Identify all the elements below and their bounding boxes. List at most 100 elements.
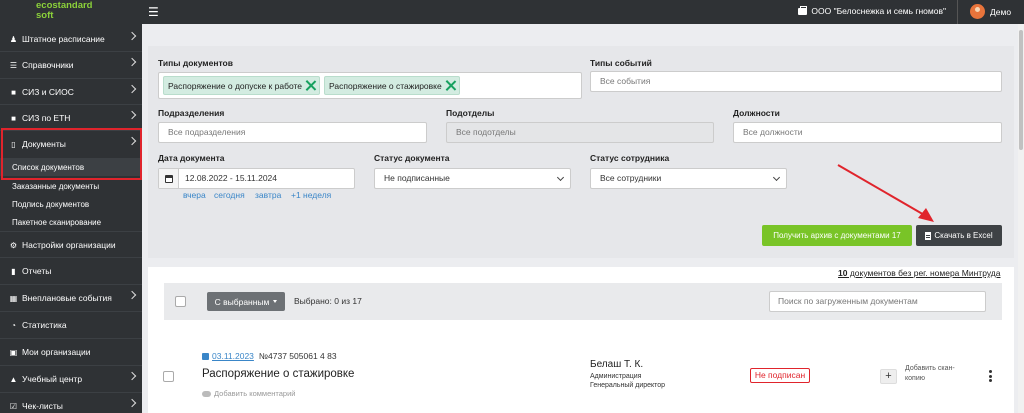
remove-tag-icon[interactable]: [305, 80, 316, 91]
calendar-button[interactable]: [159, 169, 179, 188]
truck-icon: ■: [11, 87, 16, 97]
sidebar-item-label: Мои организации: [22, 347, 91, 357]
avatar: [970, 4, 985, 19]
doc-date-label: Дата документа: [158, 153, 225, 163]
chevron-right-icon: [127, 31, 137, 41]
doc-date-range-input[interactable]: 12.08.2022 - 15.11.2024: [158, 168, 355, 189]
download-excel-label: Скачать в Excel: [934, 231, 993, 240]
file-icon: [925, 231, 932, 240]
sidebar-item-label: СИЗ по ЕТН: [22, 113, 71, 123]
chevron-right-icon: [127, 290, 137, 300]
remove-tag-icon[interactable]: [445, 80, 456, 91]
positions-label: Должности: [733, 108, 780, 118]
users-icon: ♟: [9, 34, 18, 44]
row-checkbox[interactable]: [163, 371, 174, 382]
sidebar-item-staff-schedule[interactable]: ♟ Штатное расписание: [0, 26, 142, 52]
subdepartments-label: Подотделы: [446, 108, 495, 118]
annotation-arrow: [837, 164, 934, 222]
sidebar-item-siz-sios[interactable]: ■ СИЗ и СИОС: [0, 79, 142, 105]
chevron-right-icon: [127, 371, 137, 381]
sidebar-item-label: СИЗ и СИОС: [22, 87, 74, 97]
status-badge: Не подписан: [750, 368, 810, 383]
organization-name: ООО "Белоснежка и семь гномов": [811, 6, 946, 16]
no-reg-number-link[interactable]: 10 документов без рег. номера Минтруда: [838, 268, 1000, 278]
doc-type-tag: Распоряжение о стажировке: [324, 76, 460, 95]
sidebar-item-org-settings[interactable]: ⚙ Настройки организации: [0, 232, 142, 258]
sidebar-item-training-center[interactable]: ▲ Учебный центр: [0, 366, 142, 392]
truck-icon: ■: [11, 113, 16, 123]
sidebar-item-my-organizations[interactable]: ▣ Мои организации: [0, 339, 142, 365]
doc-status-value: Не подписанные: [384, 173, 450, 183]
add-scan-button[interactable]: +: [880, 369, 897, 384]
briefcase-icon: ▣: [9, 347, 18, 357]
doc-number: №4737 505061 4 83: [258, 351, 337, 361]
checklist-icon: ☑: [9, 401, 18, 411]
quick-date-plus-week[interactable]: +1 неделя: [291, 190, 331, 200]
sidebar-subitem-document-signing[interactable]: Подпись документов: [0, 195, 142, 213]
chevron-right-icon: [127, 57, 137, 67]
add-comment-label: Добавить комментарий: [214, 389, 296, 398]
menu-toggle-icon[interactable]: ☰: [148, 5, 159, 19]
sidebar-subitem-batch-scanning[interactable]: Пакетное сканирование: [0, 213, 142, 231]
sidebar-item-label: Штатное расписание: [22, 34, 105, 44]
employee-status-label: Статус сотрудника: [590, 153, 670, 163]
sidebar-subitem-label: Подпись документов: [12, 199, 90, 209]
doc-status-select[interactable]: Не подписанные: [374, 168, 571, 189]
quick-date-yesterday[interactable]: вчера: [183, 190, 206, 200]
subdepartments-input: Все подотделы: [446, 122, 714, 143]
doc-type-tag: Распоряжение о допуске к работе: [163, 76, 321, 95]
doc-type-tag-label: Распоряжение о стажировке: [329, 80, 442, 91]
sidebar-item-label: Настройки организации: [22, 240, 116, 250]
more-actions-icon[interactable]: [989, 370, 992, 382]
event-types-input[interactable]: Все события: [590, 71, 1002, 92]
briefcase-icon: [798, 5, 808, 15]
chevron-down-icon: [556, 173, 565, 182]
selected-count: Выбрано: 0 из 17: [294, 296, 362, 306]
doc-date-link[interactable]: 03.11.2023 №4737 505061 4 83: [202, 351, 337, 361]
sidebar-subitem-label: Пакетное сканирование: [12, 217, 102, 227]
list-icon: ☰: [9, 60, 18, 70]
chevron-right-icon: [127, 398, 137, 408]
sidebar-item-unplanned-events[interactable]: ▦ Внеплановые события: [0, 285, 142, 311]
select-all-checkbox[interactable]: [175, 296, 186, 307]
departments-label: Подразделения: [158, 108, 225, 118]
doc-types-multiselect[interactable]: Распоряжение о допуске к работе Распоряж…: [158, 72, 582, 99]
sidebar-item-label: Справочники: [22, 60, 74, 70]
comment-icon: [202, 390, 211, 397]
organization-selector[interactable]: ООО "Белоснежка и семь гномов": [798, 5, 946, 16]
sidebar-item-reports[interactable]: ▮ Отчеты: [0, 258, 142, 284]
with-selected-dropdown[interactable]: С выбранным: [207, 292, 285, 311]
calendar-icon: [164, 174, 173, 183]
positions-input[interactable]: Все должности: [733, 122, 1002, 143]
search-input[interactable]: Поиск по загруженным документам: [769, 291, 986, 312]
add-scan-label[interactable]: Добавить скан-копию: [905, 364, 965, 384]
sidebar-item-label: Внеплановые события: [22, 293, 112, 303]
quick-date-today[interactable]: сегодня: [214, 190, 245, 200]
sidebar-item-label: Чек-листы: [22, 401, 63, 411]
sidebar-item-checklists[interactable]: ☑ Чек-листы: [0, 393, 142, 413]
quick-date-tomorrow[interactable]: завтра: [255, 190, 281, 200]
doc-title[interactable]: Распоряжение о стажировке: [202, 368, 354, 380]
clipboard-icon: ▮: [11, 266, 16, 276]
graduation-cap-icon: ▲: [9, 374, 18, 384]
top-bar: ecostandard soft ☰ ООО "Белоснежка и сем…: [0, 0, 1024, 24]
departments-input[interactable]: Все подразделения: [158, 122, 427, 143]
no-reg-text: документов без рег. номера Минтруда: [847, 268, 1001, 278]
user-name: Демо: [990, 6, 1012, 17]
app-logo[interactable]: ecostandard soft: [36, 0, 136, 21]
sidebar-item-statistics[interactable]: ◔ Статистика: [0, 312, 142, 338]
sidebar-item-label: Отчеты: [22, 266, 52, 276]
employee-status-select[interactable]: Все сотрудники: [590, 168, 787, 189]
sidebar-item-label: Учебный центр: [22, 374, 83, 384]
user-menu[interactable]: Демо: [970, 4, 1011, 19]
highlight-box: [1, 128, 142, 180]
doc-types-label: Типы документов: [158, 58, 233, 68]
doc-date-text: 03.11.2023: [212, 351, 254, 361]
employee-status-value: Все сотрудники: [600, 173, 662, 183]
logo-line-2: soft: [36, 10, 54, 21]
sidebar-item-directories[interactable]: ☰ Справочники: [0, 52, 142, 78]
gear-icon: ⚙: [9, 240, 18, 250]
add-comment-link[interactable]: Добавить комментарий: [202, 389, 295, 398]
event-types-label: Типы событий: [590, 58, 652, 68]
scrollbar-thumb[interactable]: [1019, 30, 1023, 150]
